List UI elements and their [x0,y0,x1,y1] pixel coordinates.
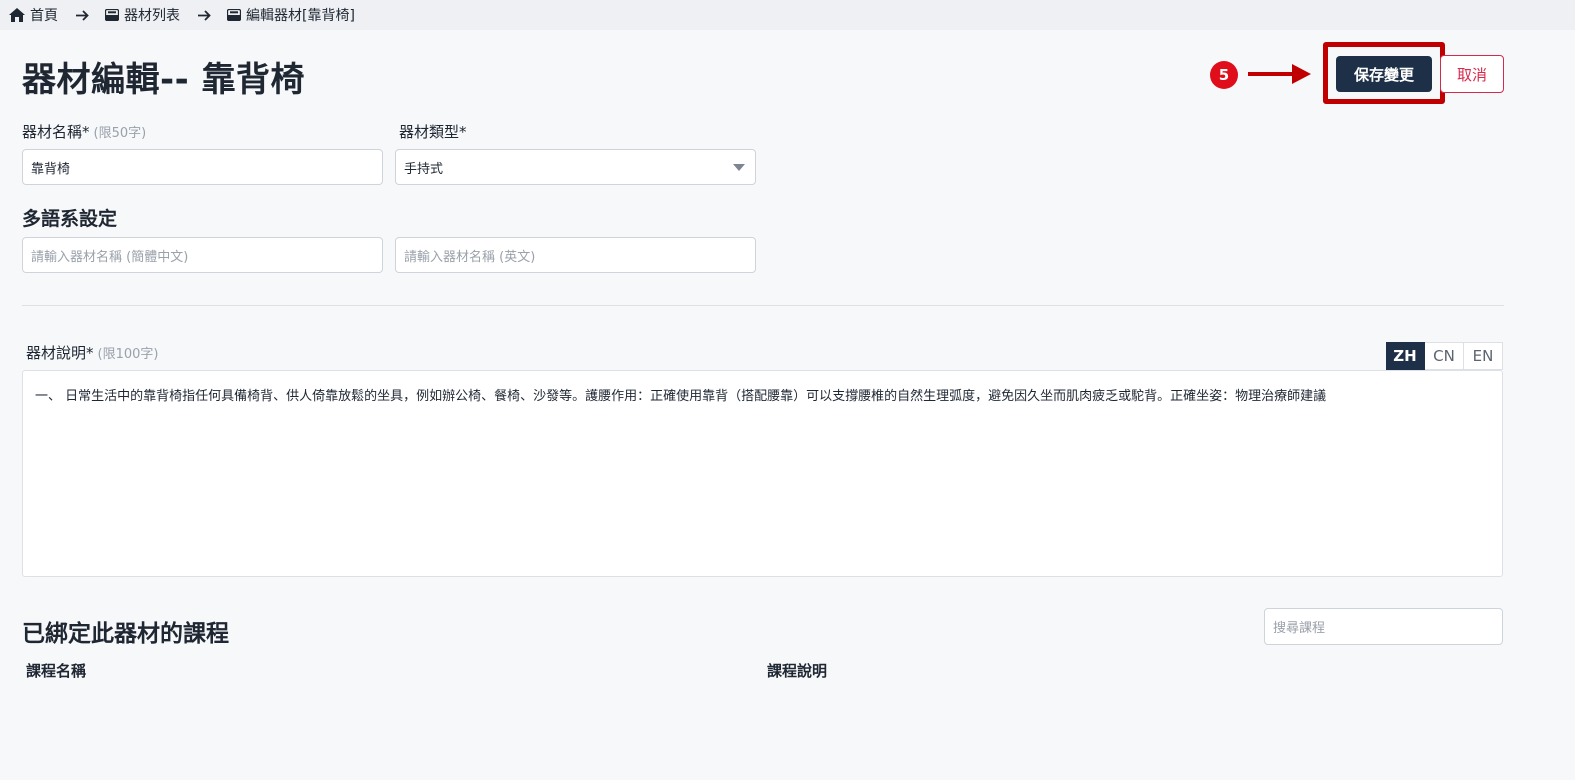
name-sc-input[interactable]: 請輸入器材名稱 (簡體中文) [22,237,383,273]
equipment-name-label: 器材名稱* (限50字) [22,121,146,142]
equipment-name-input[interactable]: 靠背椅 [22,149,383,185]
course-search-input[interactable]: 搜尋課程 [1264,608,1503,645]
name-en-input[interactable]: 請輸入器材名稱 (英文) [395,237,756,273]
divider [22,305,1504,306]
equipment-type-select[interactable]: 手持式 [395,149,756,185]
breadcrumb-edit-equipment-label: 編輯器材[靠背椅] [246,8,355,24]
description-text: 一、 日常生活中的靠背椅指任何具備椅背、供人倚靠放鬆的坐具，例如辦公椅、餐椅、沙… [35,389,1327,404]
name-sc-placeholder: 請輸入器材名稱 (簡體中文) [31,249,189,265]
page-title: 器材編輯-- 靠背椅 [22,60,306,100]
chevron-down-icon [733,164,745,171]
name-en-placeholder: 請輸入器材名稱 (英文) [404,249,536,265]
arrow-right-icon [76,9,89,21]
tab-cn[interactable]: CN [1425,342,1464,370]
equipment-type-label: 器材類型* [399,123,467,141]
breadcrumb-home-label: 首頁 [30,8,58,24]
bound-courses-title: 已綁定此器材的課程 [22,621,229,647]
breadcrumb-equipment-list[interactable]: 器材列表 [105,5,180,25]
home-icon [9,8,25,22]
equipment-icon [105,9,119,21]
save-button[interactable]: 保存變更 [1336,56,1432,92]
step-badge: 5 [1210,61,1238,89]
tab-en[interactable]: EN [1464,342,1503,370]
breadcrumb-equipment-list-label: 器材列表 [124,8,180,24]
breadcrumb-home[interactable]: 首頁 [9,5,58,25]
language-tabs: ZH CN EN [1386,342,1503,370]
equipment-icon [227,9,241,21]
equipment-type-value: 手持式 [404,161,444,177]
equipment-name-hint: (限50字) [93,126,147,141]
arrow-right-icon [198,9,211,21]
course-search-placeholder: 搜尋課程 [1273,621,1326,636]
annotation-arrow-icon [1248,63,1312,89]
breadcrumb: 首頁 器材列表 編輯器材[靠背椅] [0,0,1575,30]
description-label: 器材說明* (限100字) [26,342,158,363]
equipment-name-value: 靠背椅 [31,161,71,177]
cancel-button[interactable]: 取消 [1440,55,1504,93]
tab-zh[interactable]: ZH [1386,342,1425,370]
multilang-title: 多語系設定 [22,208,118,230]
description-hint: (限100字) [97,347,159,362]
description-textarea[interactable]: 一、 日常生活中的靠背椅指任何具備椅背、供人倚靠放鬆的坐具，例如辦公椅、餐椅、沙… [22,370,1503,577]
description-label-text: 器材說明* [26,344,94,362]
column-header-course-description: 課程說明 [767,662,828,680]
breadcrumb-edit-equipment[interactable]: 編輯器材[靠背椅] [227,5,355,25]
equipment-name-label-text: 器材名稱* [22,123,90,141]
column-header-course-name: 課程名稱 [26,662,87,680]
